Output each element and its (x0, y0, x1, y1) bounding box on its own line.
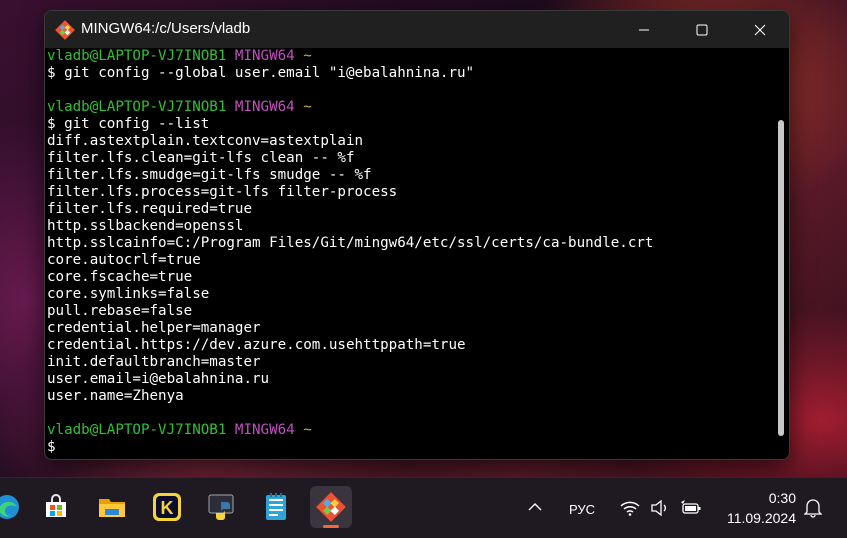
prompt-line: vladb@LAPTOP-VJ7INOB1 MINGW64 ~ (47, 422, 775, 439)
taskbar-kaspersky[interactable]: K (146, 486, 188, 528)
output-line: diff.astextplain.textconv=astextplain (47, 133, 364, 149)
prompt-host: MINGW64 (234, 99, 295, 115)
edge-icon (0, 495, 19, 519)
output-line: pull.rebase=false (47, 303, 193, 319)
prompt-line: vladb@LAPTOP-VJ7INOB1 MINGW64 ~ (47, 99, 775, 116)
notifications-button[interactable] (803, 498, 823, 523)
prompt-path: ~ (303, 48, 312, 64)
bell-icon (803, 499, 823, 518)
language-indicator[interactable]: РУС (569, 502, 595, 517)
kaspersky-icon: K (153, 493, 181, 521)
active-indicator (323, 525, 339, 528)
close-icon (754, 24, 766, 35)
kaspersky-letter: K (161, 498, 174, 518)
scrollbar-thumb[interactable] (778, 120, 784, 436)
prompt-user: vladb@LAPTOP-VJ7INOB1 (47, 48, 227, 64)
prompt-line: vladb@LAPTOP-VJ7INOB1 MINGW64 ~ (47, 48, 775, 65)
output-line: filter.lfs.required=true (47, 201, 252, 217)
output-line: filter.lfs.clean=git-lfs clean -- %f (47, 150, 355, 166)
python-icon (208, 494, 234, 520)
output-line: core.symlinks=false (47, 286, 210, 302)
scrollbar[interactable] (775, 48, 789, 459)
tray-battery-button[interactable] (680, 500, 702, 521)
prompt-path: ~ (303, 99, 312, 115)
output-line: http.sslcainfo=C:/Program Files/Git/ming… (47, 235, 654, 251)
clock-time[interactable]: 0:30 (740, 490, 796, 506)
taskbar-python[interactable] (201, 486, 243, 528)
output-line: credential.helper=manager (47, 320, 261, 336)
taskbar-store[interactable] (35, 486, 77, 528)
window-title: MINGW64:/c/Users/vladb (81, 20, 251, 37)
output-line: filter.lfs.process=git-lfs filter-proces… (47, 184, 398, 200)
prompt-host: MINGW64 (234, 422, 295, 438)
battery-charging-icon (681, 500, 701, 514)
minimize-button[interactable] (615, 11, 673, 48)
output-line: http.sslbackend=openssl (47, 218, 244, 234)
taskbar-notepad[interactable] (255, 486, 297, 528)
terminal-output[interactable]: vladb@LAPTOP-VJ7INOB1 MINGW64 ~ $ git con… (45, 48, 775, 459)
output-line: init.defaultbranch=master (47, 354, 261, 370)
title-bar[interactable]: MINGW64:/c/Users/vladb (45, 11, 789, 48)
clock-date[interactable]: 11.09.2024 (722, 510, 796, 526)
notepad-icon (266, 493, 286, 520)
output-line: core.fscache=true (47, 269, 193, 285)
minimize-icon (639, 29, 649, 30)
output-line: user.name=Zhenya (47, 388, 184, 404)
taskbar-edge[interactable] (0, 486, 28, 528)
prompt-host: MINGW64 (234, 48, 295, 64)
tray-network-button[interactable] (620, 500, 640, 521)
output-line: $ (47, 439, 56, 455)
speaker-icon (651, 499, 666, 517)
taskbar-file-explorer[interactable] (91, 486, 133, 528)
output-line: user.email=i@ebalahnina.ru (47, 371, 270, 387)
prompt-user: vladb@LAPTOP-VJ7INOB1 (47, 99, 227, 115)
wifi-icon (620, 501, 640, 516)
git-bash-icon (316, 492, 346, 522)
output-line: $ git config --list (47, 116, 210, 132)
maximize-icon (696, 24, 708, 35)
terminal-window[interactable]: MINGW64:/c/Users/vladb vladb@LAPTOP-VJ7I… (44, 10, 790, 460)
prompt-path: ~ (303, 422, 312, 438)
output-line: credential.https://dev.azure.com.usehttp… (47, 337, 466, 353)
maximize-button[interactable] (673, 11, 731, 48)
tray-volume-button[interactable] (650, 499, 670, 521)
store-icon (46, 494, 66, 517)
output-line: filter.lfs.smudge=git-lfs smudge -- %f (47, 167, 372, 183)
taskbar: K РУС 0:30 11.09.2024 (0, 477, 847, 538)
chevron-up-icon (528, 503, 542, 511)
tray-overflow-button[interactable] (527, 500, 543, 518)
file-explorer-icon (99, 499, 125, 517)
output-line: $ git config --global user.email "i@ebal… (47, 65, 475, 81)
output-line: core.autocrlf=true (47, 252, 201, 268)
git-bash-icon (55, 20, 75, 40)
close-button[interactable] (731, 11, 789, 48)
prompt-user: vladb@LAPTOP-VJ7INOB1 (47, 422, 227, 438)
taskbar-git-bash[interactable] (310, 486, 352, 528)
